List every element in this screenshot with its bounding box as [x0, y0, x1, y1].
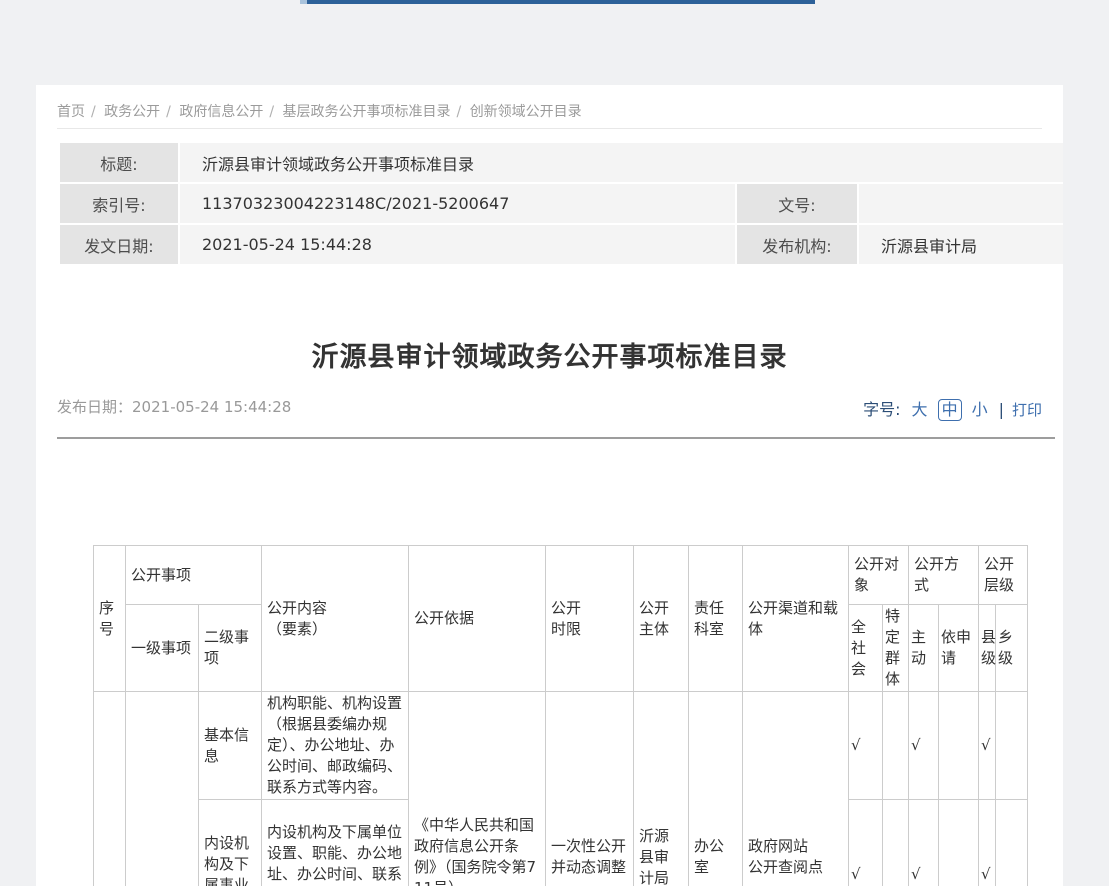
breadcrumb: 首页 / 政务公开 / 政府信息公开 / 基层政务公开事项标准目录 / 创新领域公开目录: [57, 101, 586, 121]
cell-erji: 内设机构及下属事业单位: [199, 800, 262, 886]
breadcrumb-separator: /: [457, 104, 462, 120]
breadcrumb-item-home[interactable]: 首页: [57, 104, 85, 120]
content-card: 首页 / 政务公开 / 政府信息公开 / 基层政务公开事项标准目录 / 创新领域公开目录…: [36, 85, 1063, 886]
col-header-xianji: 县级: [979, 605, 996, 692]
cell-neirong: 机构职能、机构设置（根据县委编办规定）、办公地址、办公时间、邮政编码、联系方式等…: [262, 692, 409, 800]
top-nav-bar: [307, 0, 815, 4]
table-row: 基本信息 机构职能、机构设置（根据县委编办规定）、办公地址、办公时间、邮政编码、…: [94, 692, 1028, 800]
catalog-table-wrapper: 序号 公开事项 公开内容 （要素） 公开依据 公开 时限 公开 主体 责任科室 …: [93, 545, 1028, 886]
col-header-erji: 二级事项: [199, 605, 262, 692]
meta-index-label: 索引号:: [60, 184, 178, 223]
cell-neirong: 内设机构及下属单位设置、职能、办公地址、办公时间、联系方式、负责人姓名等内容。: [262, 800, 409, 886]
breadcrumb-item-catalog[interactable]: 基层政务公开事项标准目录: [283, 104, 451, 120]
meta-docnum-label: 文号:: [737, 184, 857, 223]
meta-title-label: 标题:: [60, 143, 178, 182]
meta-row-title: 标题: 沂源县审计领域政务公开事项标准目录: [60, 143, 1063, 182]
font-size-label: 字号:: [863, 400, 900, 419]
cell-check-xianji: √: [979, 692, 996, 800]
meta-title-value: 沂源县审计领域政务公开事项标准目录: [180, 143, 1063, 182]
catalog-table: 序号 公开事项 公开内容 （要素） 公开依据 公开 时限 公开 主体 责任科室 …: [93, 545, 1028, 886]
cell-check-quanshehui: √: [849, 800, 883, 886]
cell-yiji: [126, 692, 199, 886]
font-size-controls: 字号: 大中小 | 打印: [863, 396, 1042, 421]
col-header-shixian: 公开 时限: [546, 546, 634, 692]
col-header-cengji: 公开 层级: [979, 546, 1028, 605]
meta-agency-label: 发布机构:: [737, 225, 857, 264]
cell-xuhao: [94, 692, 126, 886]
col-header-yiju: 公开依据: [409, 546, 546, 692]
cell-check-teding: [883, 800, 909, 886]
font-size-large-button[interactable]: 大: [912, 400, 928, 419]
col-header-gongkai-shixiang: 公开事项: [126, 546, 262, 605]
publish-date-value: 2021-05-24 15:44:28: [132, 398, 291, 416]
cell-check-yishenqing: [939, 692, 979, 800]
breadcrumb-item-current[interactable]: 创新领域公开目录: [470, 104, 582, 120]
col-header-keshi: 责任科室: [689, 546, 743, 692]
cell-zhuti: 沂源县审计局: [634, 692, 689, 886]
col-header-zhudong: 主动: [909, 605, 939, 692]
cell-qudao: 政府网站 公开查阅点: [743, 692, 849, 886]
publish-date-label: 发布日期：: [57, 398, 132, 416]
col-header-zhuti: 公开 主体: [634, 546, 689, 692]
cell-check-xianji: √: [979, 800, 996, 886]
meta-date-value: 2021-05-24 15:44:28: [180, 225, 735, 264]
col-header-neirong: 公开内容 （要素）: [262, 546, 409, 692]
meta-docnum-value: [859, 184, 1063, 223]
col-header-xiangji: 乡级: [996, 605, 1028, 692]
cell-check-zhudong: √: [909, 692, 939, 800]
breadcrumb-divider: [57, 128, 1042, 129]
cell-erji: 基本信息: [199, 692, 262, 800]
font-size-medium-button[interactable]: 中: [938, 399, 962, 421]
col-header-yishenqing: 依申请: [939, 605, 979, 692]
meta-agency-value: 沂源县审计局: [859, 225, 1063, 264]
cell-check-quanshehui: √: [849, 692, 883, 800]
cell-check-zhudong: √: [909, 800, 939, 886]
col-header-quanshehui: 全社会: [849, 605, 883, 692]
cell-yiju: 《中华人民共和国政府信息公开条例》（国务院令第711号）: [409, 692, 546, 886]
meta-index-value: 11370323004223148C/2021-5200647: [180, 184, 735, 223]
cell-keshi: 办公室: [689, 692, 743, 886]
header-row-group: 序号 公开事项 公开内容 （要素） 公开依据 公开 时限 公开 主体 责任科室 …: [94, 546, 1028, 605]
breadcrumb-separator: /: [166, 104, 171, 120]
breadcrumb-item-info[interactable]: 政府信息公开: [179, 104, 263, 120]
cell-check-teding: [883, 692, 909, 800]
col-header-fangshi: 公开方式: [909, 546, 979, 605]
breadcrumb-item-zwgk[interactable]: 政务公开: [104, 104, 160, 120]
content-divider: [57, 437, 1055, 439]
cell-check-xiangji: [996, 800, 1028, 886]
meta-date-label: 发文日期:: [60, 225, 178, 264]
breadcrumb-separator: /: [269, 104, 274, 120]
page: 首页 / 政务公开 / 政府信息公开 / 基层政务公开事项标准目录 / 创新领域公开目录…: [0, 0, 1109, 886]
cell-shixian: 一次性公开并动态调整: [546, 692, 634, 886]
publish-row: 发布日期：2021-05-24 15:44:28 字号: 大中小 | 打印: [57, 396, 1042, 421]
document-meta-table: 标题: 沂源县审计领域政务公开事项标准目录 索引号: 1137032300422…: [58, 141, 1063, 266]
breadcrumb-separator: /: [91, 104, 96, 120]
print-button[interactable]: 打印: [1012, 401, 1042, 419]
meta-row-date: 发文日期: 2021-05-24 15:44:28 发布机构: 沂源县审计局: [60, 225, 1063, 264]
col-header-teding: 特定群体: [883, 605, 909, 692]
font-size-small-button[interactable]: 小: [972, 400, 988, 419]
col-header-xuhao: 序号: [94, 546, 126, 692]
controls-divider: |: [999, 400, 1004, 419]
meta-row-index: 索引号: 11370323004223148C/2021-5200647 文号:: [60, 184, 1063, 223]
cell-check-yishenqing: [939, 800, 979, 886]
cell-check-xiangji: [996, 692, 1028, 800]
publish-date: 发布日期：2021-05-24 15:44:28: [57, 396, 291, 417]
col-header-yiji: 一级事项: [126, 605, 199, 692]
col-header-qudao: 公开渠道和载体: [743, 546, 849, 692]
page-title: 沂源县审计领域政务公开事项标准目录: [36, 335, 1063, 374]
col-header-duixiang: 公开对象: [849, 546, 909, 605]
